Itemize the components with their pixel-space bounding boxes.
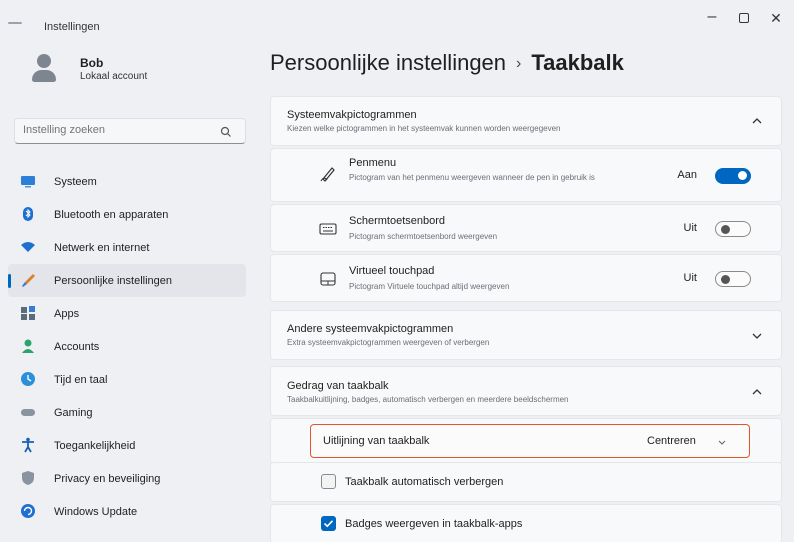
pen-icon: [320, 167, 335, 182]
sidebar-nav: Systeem Bluetooth en apparaten Netwerk e…: [8, 165, 246, 528]
setting-row-autohide: Taakbalk automatisch verbergen: [270, 462, 782, 502]
section-subtitle: Extra systeemvakpictogrammen weergeven o…: [287, 338, 490, 347]
setting-description: Pictogram van het penmenu weergeven wann…: [349, 173, 595, 182]
user-name: Bob: [80, 56, 104, 70]
search-input[interactable]: [23, 124, 213, 136]
autohide-label: Taakbalk automatisch verbergen: [345, 476, 504, 488]
sidebar-item-label: Accounts: [54, 340, 100, 353]
other-tray-icons-header[interactable]: Andere systeemvakpictogrammen Extra syst…: [270, 310, 782, 360]
title-bar: Instellingen – ✕: [0, 0, 794, 40]
setting-row-badges: Badges weergeven in taakbalk-apps: [270, 504, 782, 542]
monitor-icon: [21, 176, 35, 188]
badges-checkbox[interactable]: [321, 516, 336, 531]
alignment-setting: Uitlijning van taakbalk Centreren: [310, 424, 750, 458]
breadcrumb-separator: ›: [516, 55, 522, 72]
setting-row-touch-keyboard: Schermtoetsenbord Pictogram schermtoetse…: [270, 204, 782, 252]
sidebar-item-label: Persoonlijke instellingen: [54, 274, 173, 287]
sidebar-item-label: Tijd en taal: [54, 373, 108, 386]
sidebar-item-label: Apps: [54, 307, 80, 320]
setting-title: Penmenu: [349, 157, 397, 169]
sidebar-item-accounts[interactable]: Accounts: [8, 330, 246, 363]
chevron-up-icon[interactable]: [751, 386, 763, 398]
alignment-dropdown[interactable]: Centreren: [629, 431, 739, 453]
gamepad-icon: [21, 409, 35, 416]
sidebar-item-bluetooth[interactable]: Bluetooth en apparaten: [8, 198, 246, 231]
chevron-down-icon[interactable]: [751, 330, 763, 342]
taskbar-behavior-header[interactable]: Gedrag van taakbalk Taakbalkuitlijning, …: [270, 366, 782, 416]
toggle-knob: [721, 274, 730, 284]
sidebar-item-windows-update[interactable]: Windows Update: [8, 495, 246, 528]
minimize-button[interactable]: –: [698, 8, 726, 26]
touchpad-icon: [320, 272, 336, 286]
setting-row-virtual-touchpad: Virtueel touchpad Pictogram Virtuele tou…: [270, 254, 782, 302]
sidebar-item-label: Toegankelijkheid: [54, 439, 136, 452]
person-icon: [22, 339, 34, 353]
setting-title: Virtueel touchpad: [349, 265, 435, 277]
section-title: Gedrag van taakbalk: [287, 380, 389, 392]
toggle-state-label: Aan: [677, 169, 697, 181]
section-title: Systeemvakpictogrammen: [287, 109, 417, 121]
brush-icon: [22, 274, 35, 287]
sidebar-item-label: Systeem: [54, 175, 97, 188]
close-button[interactable]: ✕: [762, 10, 790, 27]
sidebar-item-personalization[interactable]: Persoonlijke instellingen: [8, 264, 246, 297]
sidebar-item-gaming[interactable]: Gaming: [8, 396, 246, 429]
setting-title: Schermtoetsenbord: [349, 215, 445, 227]
keyboard-icon: [319, 223, 337, 235]
sidebar-item-label: Netwerk en internet: [54, 241, 150, 254]
avatar: [30, 52, 58, 88]
setting-description: Pictogram Virtuele touchpad altijd weerg…: [349, 282, 510, 291]
sidebar-item-privacy[interactable]: Privacy en beveiliging: [8, 462, 246, 495]
sidebar-item-label: Bluetooth en apparaten: [54, 208, 169, 221]
setting-description: Pictogram schermtoetsenbord weergeven: [349, 232, 498, 241]
badges-label: Badges weergeven in taakbalk-apps: [345, 518, 523, 530]
sidebar-item-netwerk[interactable]: Netwerk en internet: [8, 231, 246, 264]
section-title: Andere systeemvakpictogrammen: [287, 323, 454, 335]
maximize-button[interactable]: [730, 11, 758, 26]
user-profile[interactable]: Bob Lokaal account: [30, 52, 250, 100]
accessibility-icon: [22, 437, 34, 453]
shield-icon: [22, 471, 34, 485]
breadcrumb-parent[interactable]: Persoonlijke instellingen: [270, 50, 506, 75]
sidebar-item-time-language[interactable]: Tijd en taal: [8, 363, 246, 396]
tray-icons-header[interactable]: Systeemvakpictogrammen Kiezen welke pict…: [270, 96, 782, 146]
virtual-touchpad-toggle[interactable]: [715, 271, 751, 287]
breadcrumb: Persoonlijke instellingen › Taakbalk: [270, 50, 624, 76]
account-type: Lokaal account: [80, 71, 148, 82]
bluetooth-icon: [23, 207, 33, 221]
sidebar-item-accessibility[interactable]: Toegankelijkheid: [8, 429, 246, 462]
pen-menu-toggle[interactable]: [715, 168, 751, 184]
autohide-checkbox[interactable]: [321, 474, 336, 489]
chevron-up-icon[interactable]: [751, 115, 763, 127]
sidebar-item-label: Privacy en beveiliging: [54, 472, 161, 485]
search-icon[interactable]: [219, 125, 233, 139]
checkmark-icon: [323, 520, 334, 528]
active-indicator: [8, 274, 11, 288]
apps-icon: [21, 306, 35, 320]
alignment-label: Uitlijning van taakbalk: [323, 435, 430, 447]
wifi-icon: [21, 242, 35, 252]
window-title: Instellingen: [44, 21, 100, 33]
toggle-state-label: Uit: [683, 222, 697, 234]
setting-row-pen-menu: Penmenu Pictogram van het penmenu weerge…: [270, 148, 782, 202]
search-box[interactable]: [14, 118, 246, 144]
maximize-icon: [739, 13, 749, 23]
sidebar-item-label: Gaming: [54, 406, 93, 419]
sidebar-item-systeem[interactable]: Systeem: [8, 165, 246, 198]
globe-clock-icon: [21, 372, 35, 386]
chevron-down-icon: [718, 440, 726, 445]
section-subtitle: Kiezen welke pictogrammen in het systeem…: [287, 124, 561, 133]
sidebar-item-apps[interactable]: Apps: [8, 297, 246, 330]
toggle-state-label: Uit: [683, 272, 697, 284]
alignment-value: Centreren: [647, 435, 696, 447]
toggle-knob: [721, 224, 730, 234]
back-icon[interactable]: [8, 22, 22, 24]
section-subtitle: Taakbalkuitlijning, badges, automatisch …: [287, 395, 569, 404]
touch-keyboard-toggle[interactable]: [715, 221, 751, 237]
update-icon: [21, 504, 35, 518]
sidebar-item-label: Windows Update: [54, 505, 138, 518]
toggle-knob: [738, 171, 747, 180]
page-title: Taakbalk: [531, 50, 624, 75]
